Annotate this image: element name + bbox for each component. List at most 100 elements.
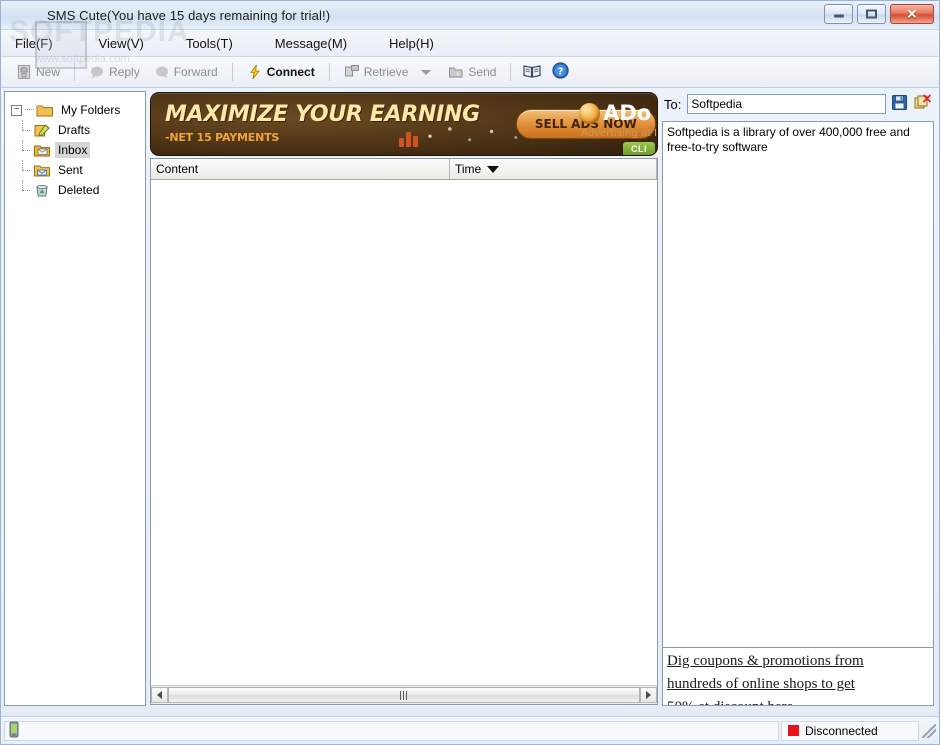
ad-sparkle-decoration [419,123,529,147]
menu-help[interactable]: Help(H) [383,33,448,54]
horizontal-scrollbar[interactable] [151,685,657,704]
advertisement-banner[interactable]: MAXIMIZE YOUR EARNING -NET 15 PAYMENTS S… [150,92,658,156]
trash-icon [33,183,51,198]
status-left-section [4,720,779,741]
save-contact-button[interactable] [889,94,909,114]
center-panel: MAXIMIZE YOUR EARNING -NET 15 PAYMENTS S… [149,91,659,706]
new-button[interactable]: New [9,62,67,82]
menu-tools[interactable]: Tools(T) [180,33,247,54]
sidebar-item-sent[interactable]: Sent [11,160,141,180]
new-button-label: New [36,65,61,79]
tree-connector [25,109,34,111]
message-list-body[interactable] [151,180,657,685]
help-question-icon: ? [552,62,569,82]
menu-file[interactable]: File(F) [9,33,67,54]
folder-tree-panel: − My Folders Drafts Inbox Sent Deleted [4,91,146,706]
recipient-input[interactable]: Softpedia [687,94,886,114]
toolbar-separator [74,63,76,81]
tree-item-label: My Folders [61,103,121,117]
column-header-time[interactable]: Time [450,159,657,179]
new-message-icon [16,64,32,80]
inbox-folder-icon [33,143,51,158]
column-header-content[interactable]: Content [151,159,450,179]
reply-button-label: Reply [109,65,140,79]
window-title: SMS Cute(You have 15 days remaining for … [47,7,331,23]
scroll-left-button[interactable] [151,687,168,703]
ad-orb-icon [579,103,601,124]
collapse-icon[interactable]: − [11,104,22,116]
column-header-content-label: Content [156,162,199,176]
maximize-button[interactable] [857,4,886,24]
clear-recipient-button[interactable] [912,94,932,114]
connect-button[interactable]: Connect [240,62,322,82]
toolbar-separator [328,63,330,81]
maximize-icon [866,9,877,19]
compose-panel: To: Softpedia Softpedia is a library of … [662,91,936,706]
send-button[interactable]: Send [441,62,503,82]
lightning-bolt-icon [247,64,263,80]
retrieve-dropdown-arrow-icon[interactable] [421,69,432,75]
connection-status-label: Disconnected [805,723,878,738]
column-header-time-label: Time [455,162,482,176]
sidebar-item-label: Drafts [58,123,91,137]
help-button[interactable]: ? [549,62,571,82]
sidebar-item-label: Deleted [58,183,100,197]
sidebar-item-label: Sent [58,163,83,177]
retrieve-button-label: Retrieve [363,65,409,79]
resize-grip[interactable] [922,723,936,738]
minimize-button[interactable] [824,4,853,24]
menu-bar: File(F) View(V) Tools(T) Message(M) Help… [1,30,939,57]
connection-status: Disconnected [781,720,919,741]
minimize-icon [833,14,844,18]
close-button[interactable]: ✕ [890,4,934,24]
svg-text:?: ? [558,66,564,77]
sidebar-item-drafts[interactable]: Drafts [11,120,141,140]
menu-view[interactable]: View(V) [93,33,158,54]
toolbar-separator [231,63,233,81]
floppy-disk-icon [891,94,908,114]
ad-bars-decoration [399,132,418,147]
ad-tagline: Advertising at I [581,128,657,139]
scrollbar-track[interactable] [168,687,640,703]
message-list-panel: Content Time [150,158,658,705]
chevron-left-icon [157,691,162,699]
sort-descending-icon [487,165,500,173]
forward-icon [154,64,170,80]
title-bar: SMS Cute(You have 15 days remaining for … [1,1,939,30]
scrollbar-grip-icon [400,690,408,700]
delete-contact-icon [913,94,931,114]
ad-logo: ADo Advertising at I [579,103,657,139]
toolbar: New Reply Forward Connect Retrieve Send … [1,57,939,88]
close-icon: ✕ [906,6,918,22]
window-controls: ✕ [824,4,934,24]
status-indicator-icon [788,725,799,736]
forward-button-label: Forward [173,65,218,79]
promo-line-1[interactable]: Dig coupons & promotions from [667,650,929,673]
scroll-right-button[interactable] [640,687,657,703]
menu-message[interactable]: Message(M) [269,33,361,54]
toolbar-separator [510,63,512,81]
sidebar-item-inbox[interactable]: Inbox [11,140,141,160]
forward-button[interactable]: Forward [147,62,225,82]
ad-click-badge[interactable]: CLI [623,142,655,155]
promo-line-2[interactable]: hundreds of online shops to get [667,673,929,696]
reply-button[interactable]: Reply [82,62,147,82]
sidebar-item-label: Inbox [55,142,91,158]
promo-line-3[interactable]: 50% et discount here [667,696,929,705]
folder-icon [36,103,54,118]
to-label: To: [664,96,682,112]
phone-icon [9,721,19,741]
recipient-row: To: Softpedia [662,91,934,117]
send-icon [448,64,464,80]
ad-logo-text: ADo [603,101,652,125]
sent-folder-icon [33,163,51,178]
scrollbar-thumb[interactable] [168,687,640,703]
message-body-input[interactable]: Softpedia is a library of over 400,000 f… [662,121,934,648]
address-book-button[interactable] [521,62,543,82]
tree-item-my-folders[interactable]: − My Folders [11,100,141,120]
promo-panel[interactable]: Dig coupons & promotions from hundreds o… [662,648,934,706]
status-bar: Disconnected [1,716,939,744]
retrieve-button[interactable]: Retrieve [337,62,416,82]
sidebar-item-deleted[interactable]: Deleted [11,180,141,200]
reply-icon [89,64,105,80]
